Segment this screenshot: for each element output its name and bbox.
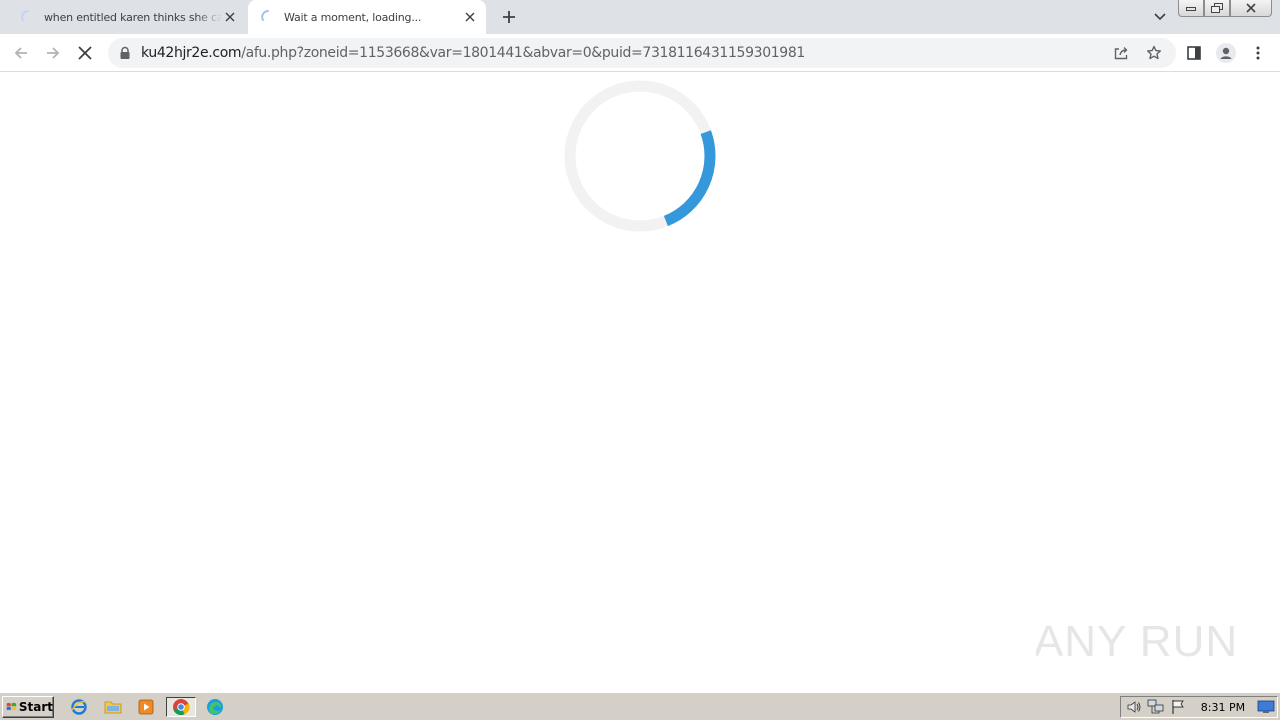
share-button[interactable] [1112,44,1130,62]
tab-wait-loading[interactable]: Wait a moment, loading... [248,0,486,34]
kebab-menu-icon [1256,46,1260,60]
tab-strip: when entitled karen thinks she can3  Wai… [0,0,1280,34]
taskbar-internet-explorer[interactable] [68,697,90,717]
close-window-button[interactable] [1230,0,1272,17]
taskbar-chrome[interactable] [166,697,196,717]
speaker-icon [1127,701,1141,713]
folder-icon [104,701,122,714]
watermark-text: ANY RUN [1036,617,1236,666]
taskbar-edge[interactable] [204,697,226,717]
media-player-icon [138,699,154,715]
side-panel-icon [1187,46,1201,60]
browser-toolbar: ku42hjr2e.com/afu.php?zoneid=1153668&var… [0,34,1280,72]
side-panel-button[interactable] [1182,41,1206,65]
address-bar[interactable]: ku42hjr2e.com/afu.php?zoneid=1153668&var… [108,38,1176,68]
chrome-icon [173,699,190,716]
star-icon [1147,45,1161,60]
page-content: ANY RUN [0,72,1280,692]
close-icon [78,46,92,60]
arrow-left-icon [14,47,27,59]
loading-spinner [564,80,716,232]
tab-title: when entitled karen thinks she can3  [44,10,222,24]
plus-icon [503,11,515,23]
url-text[interactable]: ku42hjr2e.com/afu.php?zoneid=1153668&var… [141,45,805,61]
desktop-icon [1257,700,1275,713]
start-button[interactable]: Start [2,696,54,718]
new-tab-button[interactable] [498,6,520,28]
stop-loading-button[interactable] [73,41,97,65]
start-label: Start [18,700,53,714]
taskbar-file-explorer[interactable] [102,697,124,717]
minimize-button[interactable] [1178,0,1204,17]
window-controls [1178,0,1272,18]
tab-search-button[interactable] [1150,8,1170,26]
network-icon [1147,699,1164,714]
back-button[interactable] [9,41,33,65]
internet-explorer-icon [71,699,87,715]
minimize-icon [1186,7,1196,11]
arrow-right-icon [47,47,60,59]
restore-icon [1211,3,1223,13]
forward-button[interactable] [41,41,65,65]
tab-close-icon[interactable] [222,9,238,25]
loading-throbber-icon [261,10,269,21]
anyrun-watermark: ANY RUN [1036,617,1236,666]
avatar-icon [1216,43,1236,63]
tab-karen-video[interactable]: when entitled karen thinks she can3  [8,0,246,34]
flag-icon [1172,700,1184,714]
windows-taskbar: Start 8:31 PM [0,692,1280,720]
share-icon [1114,47,1128,60]
loading-throbber-icon [21,10,29,21]
volume-button[interactable] [1123,698,1145,716]
bookmark-button[interactable] [1145,44,1163,62]
system-tray: 8:31 PM [1120,696,1278,718]
close-icon [1246,3,1256,13]
tab-title: Wait a moment, loading... [284,10,422,24]
edge-icon [207,699,223,715]
network-button[interactable] [1145,698,1167,716]
show-desktop-button[interactable] [1255,698,1277,716]
lock-icon[interactable] [118,46,132,60]
taskbar-media-player[interactable] [135,697,157,717]
tab-close-icon[interactable] [462,9,478,25]
taskbar-clock[interactable]: 8:31 PM [1201,701,1245,714]
restore-button[interactable] [1204,0,1230,17]
url-host: ku42hjr2e.com [141,45,242,61]
action-center-button[interactable] [1167,698,1189,716]
url-path: /afu.php?zoneid=1153668&var=1801441&abva… [241,45,805,61]
chevron-down-icon [1154,13,1166,21]
menu-button[interactable] [1246,41,1270,65]
profile-button[interactable] [1214,41,1238,65]
spinner-arc [663,130,716,227]
windows-logo-icon [6,702,17,711]
